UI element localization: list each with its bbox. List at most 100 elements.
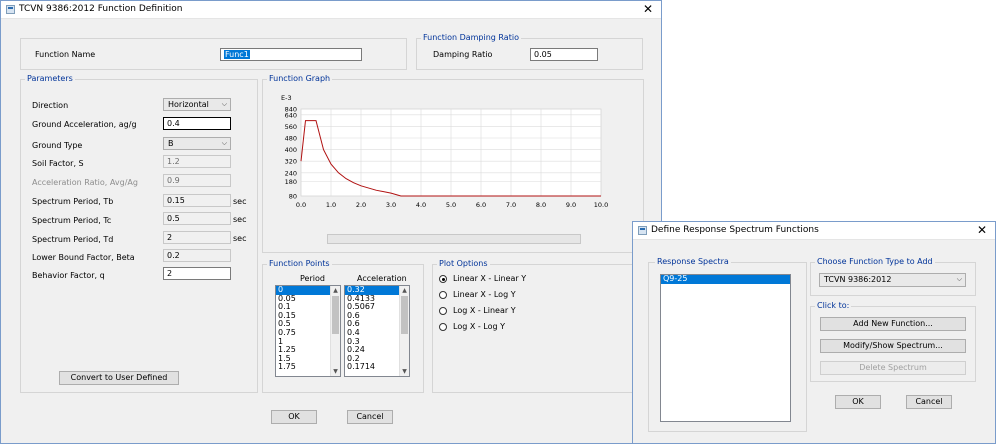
- function-name-label: Function Name: [35, 50, 96, 59]
- acceleration-column-header: Acceleration: [357, 274, 407, 283]
- plot-option-label[interactable]: Log X - Log Y: [453, 322, 505, 331]
- add-new-function-button[interactable]: Add New Function...: [820, 317, 966, 331]
- ground-type-dropdown[interactable]: B ⌵: [163, 137, 231, 150]
- graph-scrollbar[interactable]: [327, 234, 581, 244]
- app-icon: [638, 226, 647, 235]
- y-tick-label: 840: [285, 106, 297, 114]
- y-tick-label: 240: [285, 169, 297, 177]
- direction-dropdown[interactable]: Horizontal ⌵: [163, 98, 231, 111]
- scroll-down-icon[interactable]: ▼: [400, 367, 409, 376]
- scroll-thumb[interactable]: [401, 296, 408, 334]
- scroll-down-icon[interactable]: ▼: [331, 367, 340, 376]
- y-tick-label: 180: [285, 178, 297, 186]
- direction-label: Direction: [32, 101, 69, 110]
- response-spectra-listbox[interactable]: Q9-25: [660, 274, 791, 422]
- function-points-group-title: Function Points: [267, 259, 332, 268]
- acceleration-scrollbar[interactable]: ▲ ▼: [399, 286, 409, 376]
- plot-option-radio[interactable]: [439, 323, 447, 331]
- dialog-title: Define Response Spectrum Functions: [651, 225, 819, 235]
- scroll-up-icon[interactable]: ▲: [400, 286, 409, 295]
- chevron-down-icon: ⌵: [956, 275, 962, 283]
- y-tick-label: 320: [285, 158, 297, 166]
- plot-option-label[interactable]: Linear X - Log Y: [453, 290, 516, 299]
- x-tick-label: 1.0: [326, 201, 336, 209]
- y-axis-label: E-3: [281, 94, 292, 102]
- x-tick-label: 8.0: [536, 201, 546, 209]
- lower-bound-factor-input[interactable]: 0.2: [163, 249, 231, 262]
- tc-unit-label: sec: [233, 215, 247, 224]
- plot-option-label[interactable]: Linear X - Linear Y: [453, 274, 526, 283]
- acceleration-ratio-label: Acceleration Ratio, Avg/Ag: [32, 178, 138, 187]
- function-definition-titlebar[interactable]: TCVN 9386:2012 Function Definition ✕: [1, 1, 661, 19]
- plot-option-radio[interactable]: [439, 291, 447, 299]
- scroll-thumb[interactable]: [332, 296, 339, 334]
- convert-to-user-defined-button[interactable]: Convert to User Defined: [59, 371, 179, 385]
- response-spectra-group-title: Response Spectra: [655, 257, 731, 266]
- spectrum-period-td-label: Spectrum Period, Td: [32, 235, 114, 244]
- x-tick-label: 3.0: [386, 201, 396, 209]
- lower-bound-factor-label: Lower Bound Factor, Beta: [32, 253, 135, 262]
- damping-ratio-label: Damping Ratio: [433, 50, 493, 59]
- choose-function-type-group-title: Choose Function Type to Add: [815, 257, 935, 266]
- modify-show-spectrum-button[interactable]: Modify/Show Spectrum...: [820, 339, 966, 353]
- spectrum-cancel-button[interactable]: Cancel: [906, 395, 952, 409]
- acceleration-listbox[interactable]: 0.32 0.4133 0.5067 0.6 0.6 0.4 0.3 0.24 0.2 0.171…: [344, 285, 410, 377]
- x-tick-label: 6.0: [476, 201, 486, 209]
- plot-option-radio[interactable]: [439, 275, 447, 283]
- app-icon: [6, 5, 15, 14]
- close-icon[interactable]: ✕: [969, 222, 995, 239]
- click-to-group-title: Click to:: [815, 301, 852, 310]
- spectrum-period-tc-label: Spectrum Period, Tc: [32, 216, 112, 225]
- ok-button[interactable]: OK: [271, 410, 317, 424]
- direction-value: Horizontal: [168, 100, 209, 109]
- x-tick-label: 0.0: [296, 201, 306, 209]
- x-tick-label: 5.0: [446, 201, 456, 209]
- x-tick-label: 10.0: [594, 201, 608, 209]
- spectrum-period-tb-input[interactable]: 0.15: [163, 194, 231, 207]
- x-tick-label: 7.0: [506, 201, 516, 209]
- response-spectrum-window: Define Response Spectrum Functions ✕ Res…: [632, 221, 996, 444]
- plot-option-label[interactable]: Log X - Linear Y: [453, 306, 516, 315]
- scroll-up-icon[interactable]: ▲: [331, 286, 340, 295]
- spectrum-ok-button[interactable]: OK: [835, 395, 881, 409]
- damping-group-title: Function Damping Ratio: [421, 33, 521, 42]
- y-tick-label: 400: [285, 146, 297, 154]
- ground-acceleration-input[interactable]: 0.4: [163, 117, 231, 130]
- ground-type-label: Ground Type: [32, 141, 83, 150]
- behavior-factor-label: Behavior Factor, q: [32, 271, 105, 280]
- period-listbox[interactable]: 0 0.05 0.1 0.15 0.5 0.75 1 1.25 1.5 1.75 ▲ ▼: [275, 285, 341, 377]
- spectrum-list-item[interactable]: Q9-25: [661, 275, 790, 284]
- y-tick-label: 80: [289, 193, 297, 201]
- delete-spectrum-button: Delete Spectrum: [820, 361, 966, 375]
- function-name-input[interactable]: Func1: [220, 48, 362, 61]
- window-title: TCVN 9386:2012 Function Definition: [19, 4, 183, 14]
- spectrum-period-tc-input[interactable]: 0.5: [163, 212, 231, 225]
- function-type-dropdown[interactable]: TCVN 9386:2012 ⌵: [819, 273, 966, 287]
- function-type-value: TCVN 9386:2012: [824, 275, 892, 284]
- plot-options-group-title: Plot Options: [437, 259, 490, 268]
- period-scrollbar[interactable]: ▲ ▼: [330, 286, 340, 376]
- behavior-factor-input[interactable]: 2: [163, 267, 231, 280]
- soil-factor-input: 1.2: [163, 155, 231, 168]
- spectrum-period-td-input[interactable]: 2: [163, 231, 231, 244]
- plot-option-radio[interactable]: [439, 307, 447, 315]
- function-graph-chart: 0.0 1.0 2.0 3.0 4.0 5.0 6.0 7.0 8.0 9.0 10.0 80 1802…: [281, 94, 608, 209]
- function-name-value: Func1: [224, 50, 250, 59]
- cancel-button[interactable]: Cancel: [347, 410, 393, 424]
- x-tick-label: 4.0: [416, 201, 426, 209]
- x-tick-label: 9.0: [566, 201, 576, 209]
- x-tick-label: 2.0: [356, 201, 366, 209]
- function-definition-window: TCVN 9386:2012 Function Definition ✕ Fun…: [0, 0, 662, 444]
- response-spectrum-titlebar[interactable]: Define Response Spectrum Functions ✕: [633, 222, 995, 240]
- close-icon[interactable]: ✕: [635, 1, 661, 18]
- tb-unit-label: sec: [233, 197, 247, 206]
- y-tick-label: 560: [285, 123, 297, 131]
- chevron-down-icon: ⌵: [221, 139, 227, 147]
- damping-ratio-input[interactable]: 0.05: [530, 48, 598, 61]
- ground-type-value: B: [168, 139, 174, 148]
- ground-acceleration-label: Ground Acceleration, ag/g: [32, 120, 137, 129]
- y-tick-label: 480: [285, 135, 297, 143]
- parameters-group-title: Parameters: [25, 74, 75, 83]
- chevron-down-icon: ⌵: [221, 100, 227, 108]
- function-graph-group-title: Function Graph: [267, 74, 333, 83]
